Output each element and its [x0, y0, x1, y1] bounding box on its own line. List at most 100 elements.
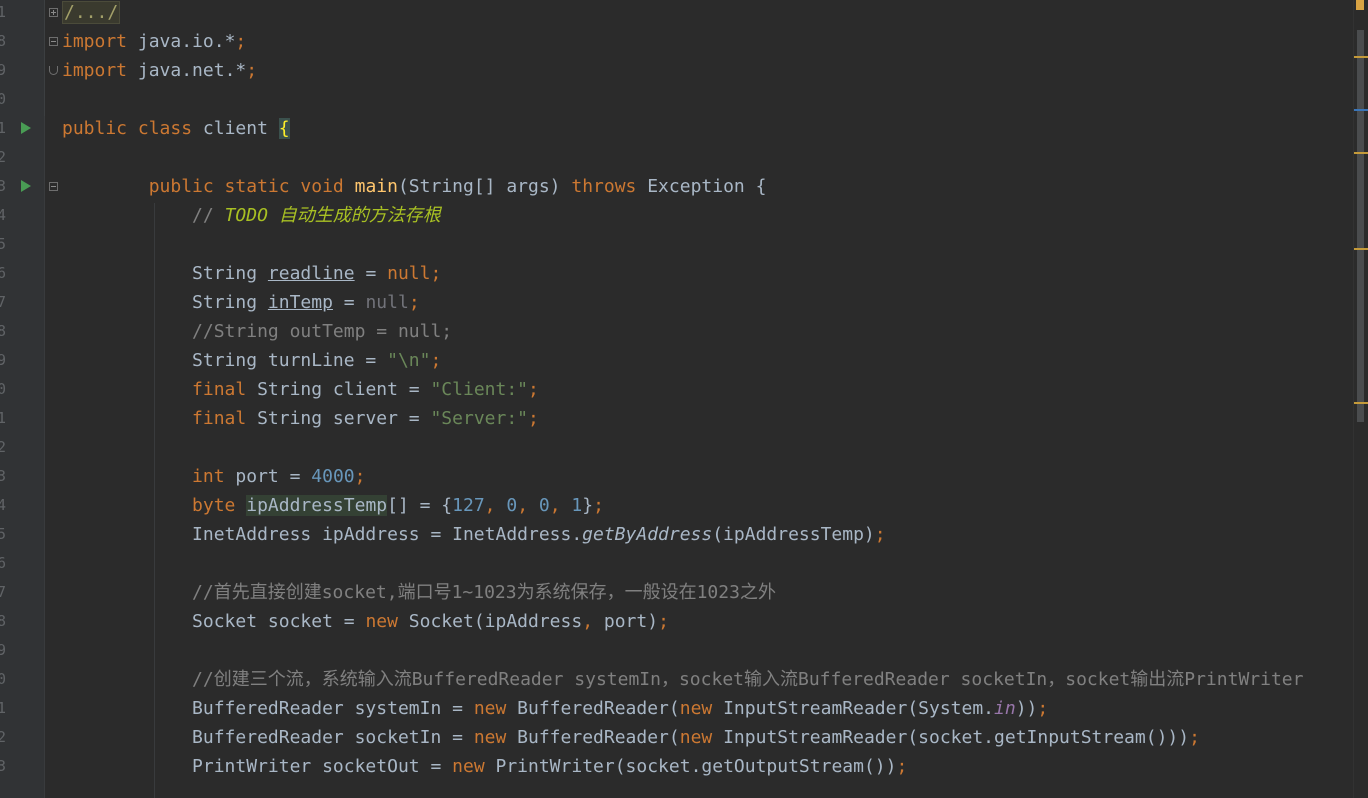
code-area[interactable]: /.../import java.io.*; import java.net.*;… [44, 0, 1354, 798]
token-text: InputStreamReader(socket.getInputStream(… [723, 727, 1190, 748]
token-it: getByAddress [582, 524, 713, 545]
token-text: (ipAddressTemp) [712, 524, 875, 545]
vertical-scrollbar[interactable] [1353, 0, 1368, 798]
run-icon[interactable] [21, 180, 31, 192]
token-kw: ; [1189, 727, 1200, 748]
token-kw: , [549, 495, 572, 516]
line-number[interactable]: 0 [0, 375, 10, 404]
code-line[interactable]: /.../ [62, 0, 121, 27]
error-stripe-mark[interactable] [1354, 248, 1368, 250]
code-line[interactable]: int port = 4000; [62, 462, 365, 491]
token-str: "Client:" [430, 379, 529, 400]
code-line[interactable]: String turnLine = "\n"; [62, 346, 441, 375]
line-number[interactable]: 9 [0, 346, 10, 375]
token-num: 4000 [311, 466, 355, 487]
token-text: )) [1015, 698, 1038, 719]
line-number[interactable]: 6 [0, 549, 10, 578]
token-kw: ; [658, 611, 669, 632]
code-line[interactable]: byte ipAddressTemp[] = {127, 0, 0, 1}; [62, 491, 604, 520]
code-line[interactable]: public static void main(String[] args) t… [62, 172, 767, 201]
code-line[interactable]: final String server = "Server:"; [62, 404, 539, 433]
token-num: 0 [506, 495, 518, 516]
line-number[interactable]: 5 [0, 230, 10, 259]
line-number[interactable]: 7 [0, 578, 10, 607]
line-number[interactable]: 1 [0, 694, 10, 723]
token-str: "Server:" [430, 408, 529, 429]
error-stripe-mark[interactable] [1354, 402, 1368, 404]
token-cm: //创建三个流，系统输入流BufferedReader systemIn，soc… [192, 669, 1304, 690]
line-number[interactable]: 8 [0, 607, 10, 636]
warning-marker-icon[interactable] [1356, 0, 1364, 10]
line-number[interactable]: 2 [0, 723, 10, 752]
token-text: String server = [257, 408, 431, 429]
line-number[interactable]: 6 [0, 259, 10, 288]
line-number[interactable]: 7 [0, 288, 10, 317]
token-num: 1 [571, 495, 583, 516]
line-number[interactable]: 0 [0, 85, 10, 114]
token-ul: readline [267, 263, 355, 284]
code-line[interactable]: Socket socket = new Socket(ipAddress, po… [62, 607, 669, 636]
token-text: Socket socket = [62, 611, 366, 632]
line-number[interactable]: 1 [0, 114, 10, 143]
token-num: 0 [538, 495, 550, 516]
code-line[interactable]: //首先直接创建socket,端口号1~1023为系统保存，一般设在1023之外 [62, 578, 776, 607]
line-number[interactable]: 0 [0, 665, 10, 694]
code-line[interactable]: import java.io.*; [62, 27, 246, 56]
code-line[interactable]: PrintWriter socketOut = new PrintWriter(… [62, 752, 907, 781]
fold-collapse-icon[interactable] [49, 37, 58, 46]
token-text: java.net.* [127, 60, 247, 81]
line-number[interactable]: 4 [0, 201, 10, 230]
token-num: 127 [452, 495, 485, 516]
line-number[interactable]: 4 [0, 491, 10, 520]
error-stripe-mark[interactable] [1354, 152, 1368, 154]
line-number[interactable]: 3 [0, 752, 10, 781]
token-text: = [332, 292, 366, 313]
code-line[interactable]: BufferedReader systemIn = new BufferedRe… [62, 694, 1048, 723]
token-text: InetAddress ipAddress = InetAddress. [62, 524, 583, 545]
code-line[interactable]: //创建三个流，系统输入流BufferedReader systemIn，soc… [62, 665, 1303, 694]
code-line[interactable]: BufferedReader socketIn = new BufferedRe… [62, 723, 1200, 752]
error-stripe-mark[interactable] [1354, 109, 1368, 111]
line-number[interactable]: 3 [0, 172, 10, 201]
line-number-gutter[interactable]: 189012345678901234567890123 [0, 0, 45, 798]
code-line[interactable]: public class client { [62, 114, 290, 143]
code-line[interactable]: //String outTemp = null; [62, 317, 452, 346]
token-text: } [582, 495, 594, 516]
token-brace-match: { [278, 118, 290, 139]
token-kw: public static void [148, 176, 355, 197]
token-kw: ; [246, 60, 258, 81]
code-line[interactable]: String inTemp = null; [62, 288, 420, 317]
fold-expand-icon[interactable] [49, 8, 58, 17]
line-number[interactable]: 8 [0, 317, 10, 346]
token-kw: new [473, 698, 518, 719]
run-icon[interactable] [21, 122, 31, 134]
line-number[interactable]: 1 [0, 404, 10, 433]
code-line[interactable]: String readline = null; [62, 259, 441, 288]
fold-end-icon[interactable] [49, 66, 58, 75]
line-number[interactable]: 2 [0, 143, 10, 172]
line-number[interactable]: 2 [0, 433, 10, 462]
code-line[interactable]: InetAddress ipAddress = InetAddress.getB… [62, 520, 886, 549]
line-number[interactable]: 9 [0, 56, 10, 85]
code-line[interactable]: import java.net.*; [62, 56, 257, 85]
code-line[interactable]: final String client = "Client:"; [62, 375, 539, 404]
indent-guide [44, 116, 45, 798]
error-stripe-mark[interactable] [1354, 56, 1368, 58]
token-kw: ; [354, 466, 366, 487]
token-kw: final [192, 408, 258, 429]
scrollbar-thumb[interactable] [1357, 30, 1364, 422]
line-number[interactable]: 3 [0, 462, 10, 491]
token-kw: ; [896, 756, 908, 777]
line-number[interactable]: 8 [0, 27, 10, 56]
line-number[interactable]: 9 [0, 636, 10, 665]
token-text: PrintWriter(socket.getOutputStream()) [495, 756, 897, 777]
token-text: String [62, 263, 268, 284]
token-kw: import [62, 60, 128, 81]
code-editor[interactable]: 189012345678901234567890123 /.../import … [0, 0, 1368, 798]
code-line[interactable]: // TODO 自动生成的方法存根 [62, 201, 441, 230]
fold-collapse-icon[interactable] [49, 182, 58, 191]
line-number[interactable]: 1 [0, 0, 10, 27]
line-number[interactable]: 5 [0, 520, 10, 549]
